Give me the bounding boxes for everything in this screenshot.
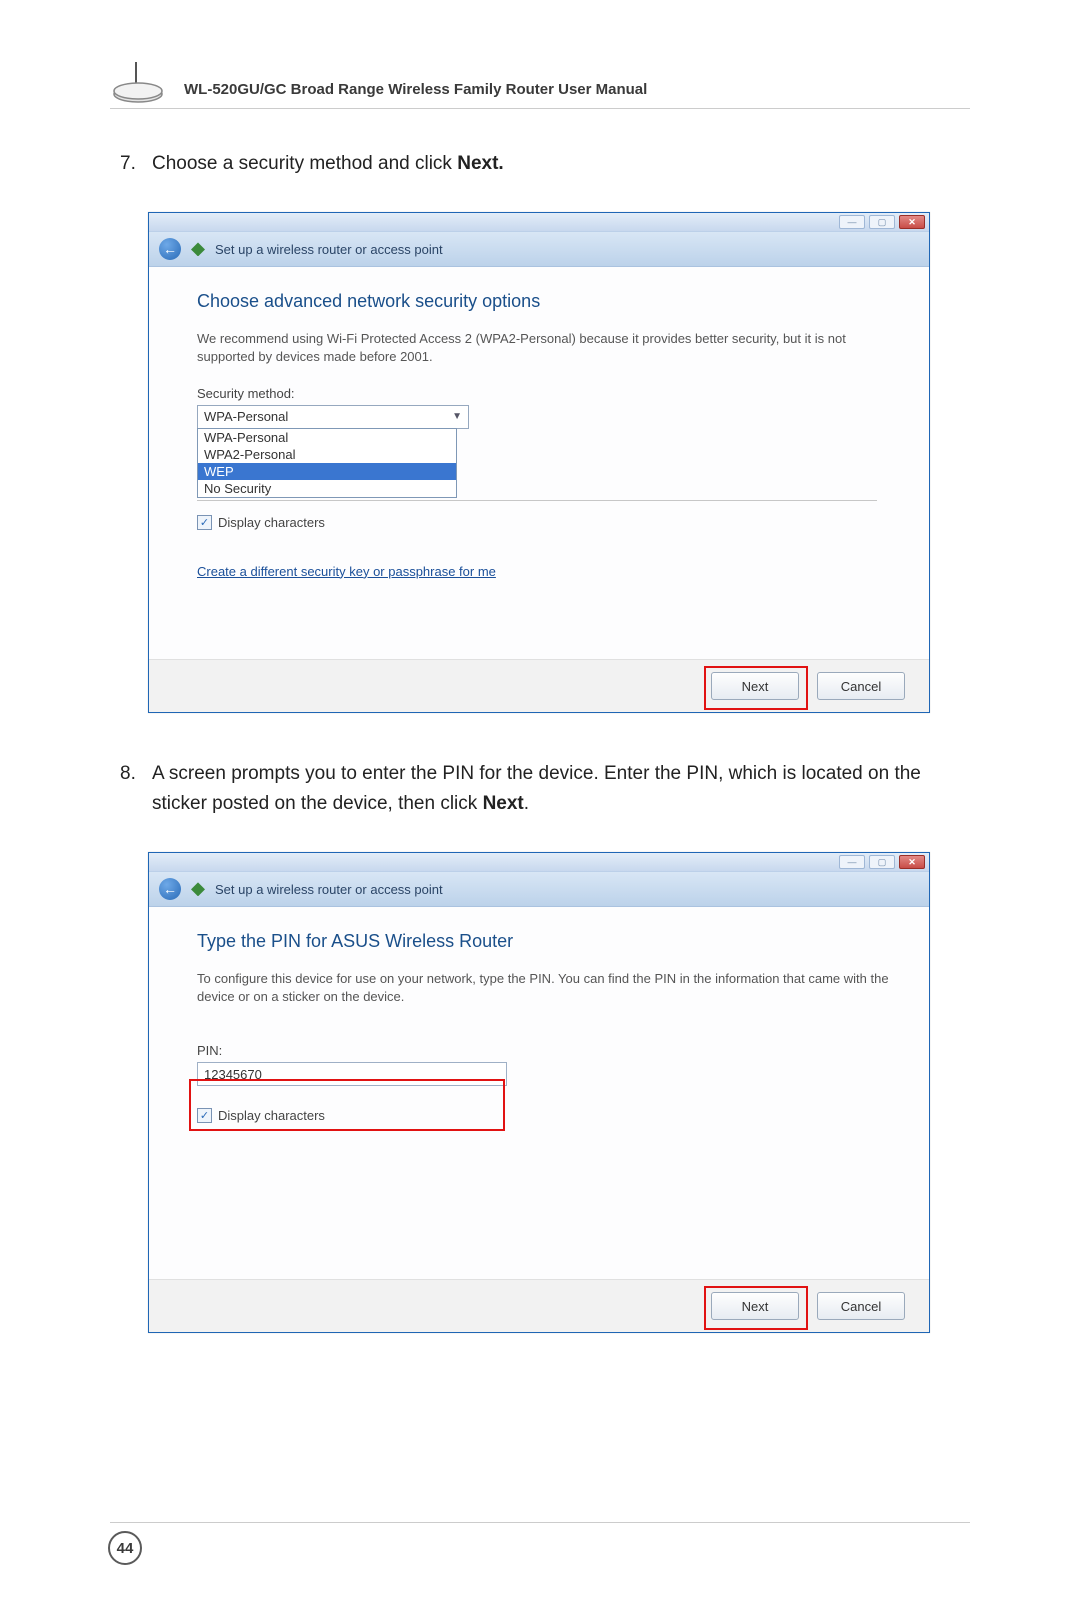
wizard-title: Set up a wireless router or access point (215, 882, 443, 897)
step-8-number: 8. (120, 759, 136, 788)
option-wpa-personal[interactable]: WPA-Personal (198, 429, 456, 446)
next-button[interactable]: Next (711, 672, 799, 700)
manual-title: WL-520GU/GC Broad Range Wireless Family … (184, 81, 647, 104)
close-icon[interactable]: ✕ (899, 855, 925, 869)
dialog-heading: Type the PIN for ASUS Wireless Router (197, 931, 889, 952)
window-caption-bar: — ▢ ✕ (149, 853, 929, 872)
page-number: 44 (108, 1531, 142, 1565)
display-characters-checkbox[interactable]: ✓ (197, 1108, 212, 1123)
step-8-text-2: . (524, 793, 529, 814)
pin-input[interactable]: 12345670 (197, 1062, 507, 1086)
dialog-heading: Choose advanced network security options (197, 291, 889, 312)
dialog-description: To configure this device for use on your… (197, 970, 889, 1005)
option-no-security[interactable]: No Security (198, 480, 456, 497)
wizard-icon (191, 882, 205, 896)
dialog-description: We recommend using Wi-Fi Protected Acces… (197, 330, 889, 365)
dialog-pin: — ▢ ✕ ← Set up a wireless router or acce… (148, 852, 930, 1333)
dialog-body: Type the PIN for ASUS Wireless Router To… (149, 907, 929, 1279)
security-method-selected: WPA-Personal (204, 409, 288, 424)
wizard-title: Set up a wireless router or access point (215, 242, 443, 257)
page-header: WL-520GU/GC Broad Range Wireless Family … (110, 60, 970, 109)
chevron-down-icon: ▼ (452, 411, 462, 422)
back-button[interactable]: ← (159, 238, 181, 260)
create-passphrase-link[interactable]: Create a different security key or passp… (197, 564, 889, 579)
display-characters-label: Display characters (218, 1108, 325, 1123)
pin-value: 12345670 (204, 1067, 262, 1082)
minimize-icon[interactable]: — (839, 215, 865, 229)
close-icon[interactable]: ✕ (899, 215, 925, 229)
cancel-button[interactable]: Cancel (817, 1292, 905, 1320)
step-7-number: 7. (120, 149, 136, 178)
button-bar: Next Cancel (149, 1279, 929, 1332)
option-wpa2-personal[interactable]: WPA2-Personal (198, 446, 456, 463)
display-characters-row: ✓ Display characters (197, 515, 889, 530)
security-method-dropdown[interactable]: WPA-Personal WPA2-Personal WEP No Securi… (197, 428, 457, 498)
pin-label: PIN: (197, 1043, 889, 1058)
step-8-bold: Next (483, 793, 524, 814)
button-bar: Next Cancel (149, 659, 929, 712)
back-button[interactable]: ← (159, 878, 181, 900)
router-icon (110, 60, 170, 104)
dialog-security-options: — ▢ ✕ ← Set up a wireless router or acce… (148, 212, 930, 713)
field-underline (197, 500, 877, 501)
step-8-text-1: A screen prompts you to enter the PIN fo… (152, 763, 921, 813)
display-characters-row: ✓ Display characters (197, 1108, 889, 1123)
maximize-icon[interactable]: ▢ (869, 855, 895, 869)
next-button[interactable]: Next (711, 1292, 799, 1320)
security-method-label: Security method: (197, 386, 889, 401)
cancel-button[interactable]: Cancel (817, 672, 905, 700)
display-characters-checkbox[interactable]: ✓ (197, 515, 212, 530)
window-caption-bar: — ▢ ✕ (149, 213, 929, 232)
security-method-combo[interactable]: WPA-Personal ▼ (197, 405, 469, 429)
wizard-nav-bar: ← Set up a wireless router or access poi… (149, 872, 929, 907)
maximize-icon[interactable]: ▢ (869, 215, 895, 229)
step-8: 8. A screen prompts you to enter the PIN… (110, 759, 970, 818)
display-characters-label: Display characters (218, 515, 325, 530)
step-7: 7. Choose a security method and click Ne… (110, 149, 970, 178)
step-7-bold: Next. (457, 153, 503, 174)
dialog-body: Choose advanced network security options… (149, 267, 929, 659)
wizard-icon (191, 242, 205, 256)
footer-divider (110, 1522, 970, 1523)
option-wep[interactable]: WEP (198, 463, 456, 480)
wizard-nav-bar: ← Set up a wireless router or access poi… (149, 232, 929, 267)
minimize-icon[interactable]: — (839, 855, 865, 869)
step-7-text: Choose a security method and click (152, 153, 457, 174)
